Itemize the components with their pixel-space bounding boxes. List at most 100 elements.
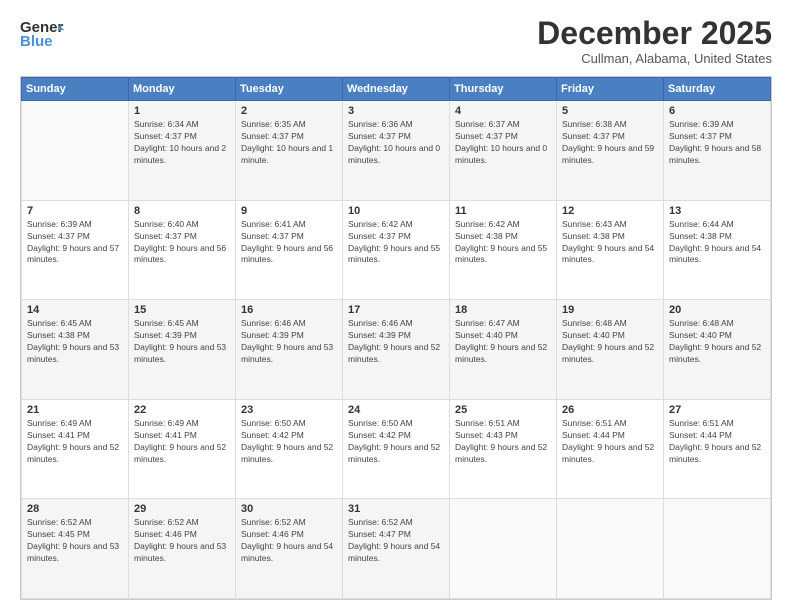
day-number: 14 (27, 304, 123, 316)
table-row: 2 Sunrise: 6:35 AMSunset: 4:37 PMDaylight… (236, 101, 343, 201)
table-row: 8Sunrise: 6:40 AMSunset: 4:37 PMDaylight… (129, 200, 236, 300)
day-number: 12 (562, 205, 658, 217)
table-row: 9 Sunrise: 6:41 AMSunset: 4:37 PMDaylight… (236, 200, 343, 300)
table-row: 15Sunrise: 6:45 AMSunset: 4:39 PMDayligh… (129, 300, 236, 400)
day-detail: Sunrise: 6:40 AMSunset: 4:37 PMDaylight:… (134, 219, 230, 267)
table-row: 25 Sunrise: 6:51 AMSunset: 4:43 PMDayligh… (450, 399, 557, 499)
table-row: 18Sunrise: 6:47 AMSunset: 4:40 PMDayligh… (450, 300, 557, 400)
day-number: 2 (241, 105, 337, 117)
table-row: 1 Sunrise: 6:34 AMSunset: 4:37 PMDaylight… (129, 101, 236, 201)
table-row (22, 101, 129, 201)
logo-icon: General Blue (20, 16, 64, 52)
calendar-week-row: 1 Sunrise: 6:34 AMSunset: 4:37 PMDaylight… (22, 101, 771, 201)
day-number: 4 (455, 105, 551, 117)
table-row: 3 Sunrise: 6:36 AMSunset: 4:37 PMDaylight… (343, 101, 450, 201)
day-detail: Sunrise: 6:39 AMSunset: 4:37 PMDaylight:… (27, 219, 123, 267)
table-row: 23 Sunrise: 6:50 AMSunset: 4:42 PMDayligh… (236, 399, 343, 499)
day-detail: Sunrise: 6:50 AMSunset: 4:42 PMDaylight:… (241, 418, 337, 466)
table-row: 27Sunrise: 6:51 AMSunset: 4:44 PMDayligh… (664, 399, 771, 499)
day-detail: Sunrise: 6:47 AMSunset: 4:40 PMDaylight:… (455, 318, 551, 366)
day-detail: Sunrise: 6:42 AMSunset: 4:37 PMDaylight:… (348, 219, 444, 267)
day-number: 30 (241, 503, 337, 515)
table-row: 29 Sunrise: 6:52 AMSunset: 4:46 PMDayligh… (129, 499, 236, 599)
day-number: 26 (562, 404, 658, 416)
table-row: 16 Sunrise: 6:46 AMSunset: 4:39 PMDayligh… (236, 300, 343, 400)
day-detail: Sunrise: 6:39 AMSunset: 4:37 PMDaylight:… (669, 119, 765, 167)
day-detail: Sunrise: 6:49 AMSunset: 4:41 PMDaylight:… (27, 418, 123, 466)
col-thursday: Thursday (450, 78, 557, 101)
day-detail: Sunrise: 6:46 AMSunset: 4:39 PMDaylight:… (241, 318, 337, 366)
day-number: 16 (241, 304, 337, 316)
table-row: 24 Sunrise: 6:50 AMSunset: 4:42 PMDayligh… (343, 399, 450, 499)
day-number: 25 (455, 404, 551, 416)
day-number: 23 (241, 404, 337, 416)
day-number: 3 (348, 105, 444, 117)
table-row: 26 Sunrise: 6:51 AMSunset: 4:44 PMDayligh… (557, 399, 664, 499)
logo: General Blue (20, 16, 64, 52)
day-detail: Sunrise: 6:51 AMSunset: 4:44 PMDaylight:… (562, 418, 658, 466)
table-row: 21 Sunrise: 6:49 AMSunset: 4:41 PMDayligh… (22, 399, 129, 499)
header: General Blue December 2025 Cullman, Alab… (20, 16, 772, 66)
calendar: Sunday Monday Tuesday Wednesday Thursday… (20, 76, 772, 600)
table-row (664, 499, 771, 599)
day-detail: Sunrise: 6:41 AMSunset: 4:37 PMDaylight:… (241, 219, 337, 267)
svg-text:Blue: Blue (20, 33, 53, 50)
table-row: 17Sunrise: 6:46 AMSunset: 4:39 PMDayligh… (343, 300, 450, 400)
day-detail: Sunrise: 6:38 AMSunset: 4:37 PMDaylight:… (562, 119, 658, 167)
day-number: 17 (348, 304, 444, 316)
day-number: 27 (669, 404, 765, 416)
table-row: 28Sunrise: 6:52 AMSunset: 4:45 PMDayligh… (22, 499, 129, 599)
day-detail: Sunrise: 6:52 AMSunset: 4:46 PMDaylight:… (241, 517, 337, 565)
location: Cullman, Alabama, United States (537, 51, 772, 66)
table-row: 7 Sunrise: 6:39 AMSunset: 4:37 PMDaylight… (22, 200, 129, 300)
day-number: 21 (27, 404, 123, 416)
day-detail: Sunrise: 6:51 AMSunset: 4:43 PMDaylight:… (455, 418, 551, 466)
day-detail: Sunrise: 6:37 AMSunset: 4:37 PMDaylight:… (455, 119, 551, 167)
day-detail: Sunrise: 6:42 AMSunset: 4:38 PMDaylight:… (455, 219, 551, 267)
day-detail: Sunrise: 6:48 AMSunset: 4:40 PMDaylight:… (669, 318, 765, 366)
page: General Blue December 2025 Cullman, Alab… (0, 0, 792, 612)
table-row: 20Sunrise: 6:48 AMSunset: 4:40 PMDayligh… (664, 300, 771, 400)
day-number: 5 (562, 105, 658, 117)
day-number: 11 (455, 205, 551, 217)
day-number: 24 (348, 404, 444, 416)
day-number: 7 (27, 205, 123, 217)
table-row: 13 Sunrise: 6:44 AMSunset: 4:38 PMDayligh… (664, 200, 771, 300)
day-number: 9 (241, 205, 337, 217)
day-number: 22 (134, 404, 230, 416)
table-row: 30 Sunrise: 6:52 AMSunset: 4:46 PMDayligh… (236, 499, 343, 599)
col-saturday: Saturday (664, 78, 771, 101)
day-number: 6 (669, 105, 765, 117)
day-detail: Sunrise: 6:52 AMSunset: 4:46 PMDaylight:… (134, 517, 230, 565)
table-row: 6 Sunrise: 6:39 AMSunset: 4:37 PMDaylight… (664, 101, 771, 201)
col-friday: Friday (557, 78, 664, 101)
day-number: 31 (348, 503, 444, 515)
col-tuesday: Tuesday (236, 78, 343, 101)
day-number: 1 (134, 105, 230, 117)
day-detail: Sunrise: 6:36 AMSunset: 4:37 PMDaylight:… (348, 119, 444, 167)
table-row: 12Sunrise: 6:43 AMSunset: 4:38 PMDayligh… (557, 200, 664, 300)
table-row: 31 Sunrise: 6:52 AMSunset: 4:47 PMDayligh… (343, 499, 450, 599)
day-number: 29 (134, 503, 230, 515)
day-number: 19 (562, 304, 658, 316)
day-detail: Sunrise: 6:52 AMSunset: 4:47 PMDaylight:… (348, 517, 444, 565)
table-row: 14Sunrise: 6:45 AMSunset: 4:38 PMDayligh… (22, 300, 129, 400)
calendar-week-row: 14Sunrise: 6:45 AMSunset: 4:38 PMDayligh… (22, 300, 771, 400)
month-title: December 2025 (537, 16, 772, 51)
table-row (557, 499, 664, 599)
calendar-header-row: Sunday Monday Tuesday Wednesday Thursday… (22, 78, 771, 101)
day-number: 13 (669, 205, 765, 217)
day-detail: Sunrise: 6:52 AMSunset: 4:45 PMDaylight:… (27, 517, 123, 565)
day-detail: Sunrise: 6:34 AMSunset: 4:37 PMDaylight:… (134, 119, 230, 167)
col-wednesday: Wednesday (343, 78, 450, 101)
calendar-week-row: 7 Sunrise: 6:39 AMSunset: 4:37 PMDaylight… (22, 200, 771, 300)
day-detail: Sunrise: 6:35 AMSunset: 4:37 PMDaylight:… (241, 119, 337, 167)
table-row (450, 499, 557, 599)
day-detail: Sunrise: 6:45 AMSunset: 4:39 PMDaylight:… (134, 318, 230, 366)
col-monday: Monday (129, 78, 236, 101)
calendar-week-row: 28Sunrise: 6:52 AMSunset: 4:45 PMDayligh… (22, 499, 771, 599)
day-detail: Sunrise: 6:50 AMSunset: 4:42 PMDaylight:… (348, 418, 444, 466)
table-row: 19Sunrise: 6:48 AMSunset: 4:40 PMDayligh… (557, 300, 664, 400)
col-sunday: Sunday (22, 78, 129, 101)
day-detail: Sunrise: 6:44 AMSunset: 4:38 PMDaylight:… (669, 219, 765, 267)
